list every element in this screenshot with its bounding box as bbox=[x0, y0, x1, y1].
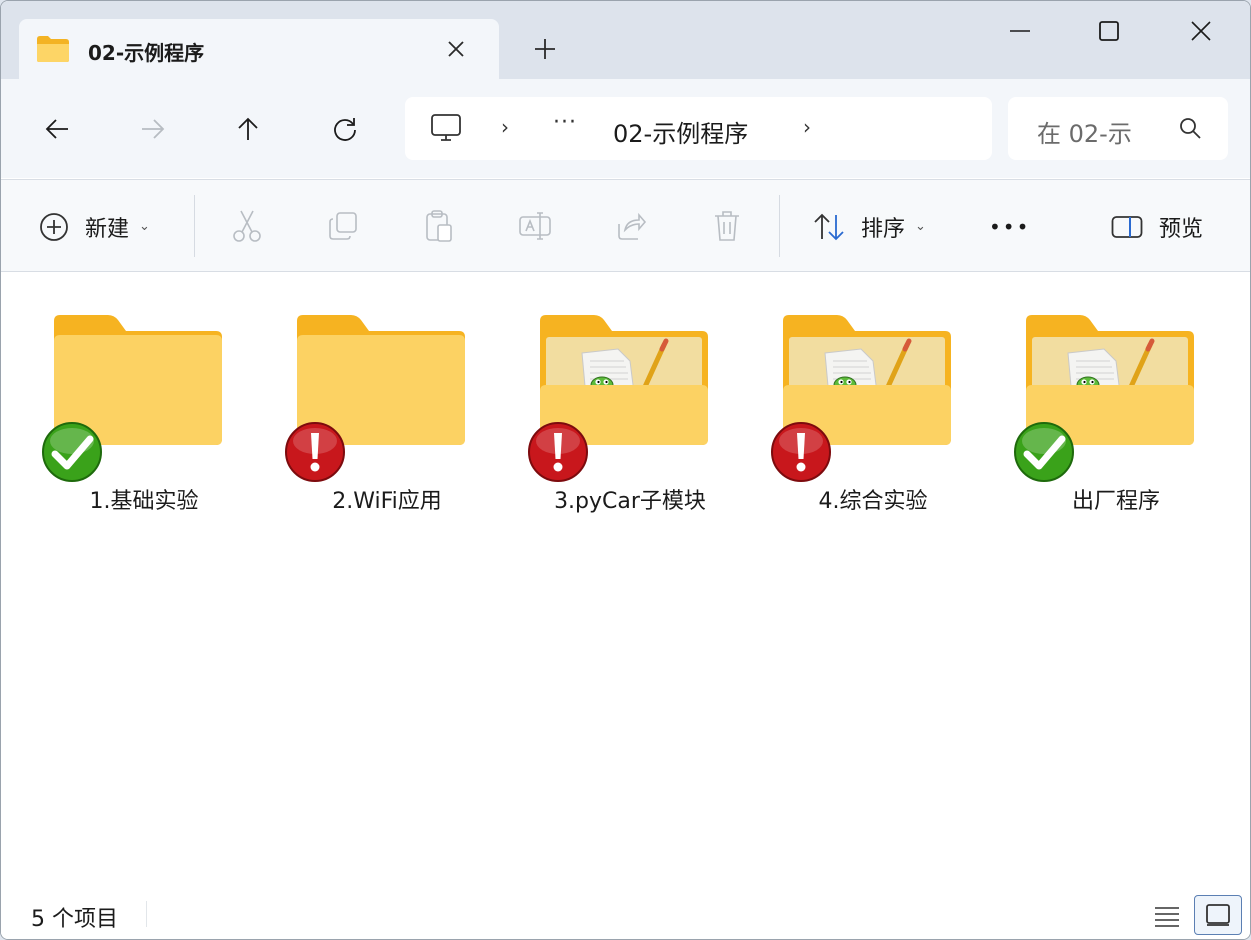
preview-pane-button[interactable]: 预览 bbox=[1111, 180, 1203, 273]
more-options-button[interactable]: ••• bbox=[989, 180, 1030, 273]
arrow-left-icon bbox=[45, 119, 68, 139]
arrow-up-icon bbox=[238, 117, 258, 140]
folder-name: 2.WiFi应用 bbox=[332, 489, 442, 514]
chevron-right-icon[interactable]: › bbox=[501, 115, 509, 139]
more-icon: ••• bbox=[989, 214, 1031, 239]
rename-button[interactable] bbox=[517, 208, 553, 244]
checkmark-badge-icon bbox=[1014, 422, 1074, 482]
copy-button[interactable] bbox=[325, 208, 361, 244]
sort-button-label: 排序 bbox=[861, 216, 906, 242]
checkmark-badge-icon bbox=[42, 422, 102, 482]
plus-icon bbox=[535, 39, 555, 59]
file-explorer-window: 02-示例程序 › ··· 02-示例程序 › 在 02-示 新建 ⌄ 排序 ⌄… bbox=[0, 0, 1251, 940]
list-view-icon bbox=[1155, 907, 1179, 927]
folder-item[interactable]: 3.pyCar子模块 bbox=[490, 273, 733, 533]
address-bar[interactable]: › ··· 02-示例程序 › bbox=[405, 97, 992, 160]
delete-button[interactable] bbox=[709, 208, 745, 244]
folder-name: 4.综合实验 bbox=[818, 489, 928, 514]
folder-name: 1.基础实验 bbox=[89, 489, 199, 514]
preview-pane-label: 预览 bbox=[1159, 216, 1204, 242]
command-bar: 新建 ⌄ 排序 ⌄ ••• 预览 bbox=[1, 179, 1250, 272]
large-icons-view-button[interactable] bbox=[1194, 895, 1242, 935]
new-button-label: 新建 bbox=[85, 216, 130, 242]
folder-icon bbox=[37, 36, 69, 62]
maximize-button[interactable] bbox=[1089, 13, 1129, 49]
search-icon bbox=[1180, 118, 1201, 139]
rename-icon bbox=[519, 212, 551, 240]
minimize-button[interactable] bbox=[1000, 13, 1040, 49]
arrow-right-icon bbox=[142, 119, 165, 139]
chevron-down-icon: ⌄ bbox=[915, 219, 926, 234]
close-icon bbox=[1191, 21, 1211, 41]
trash-icon bbox=[715, 211, 739, 241]
back-button[interactable] bbox=[37, 109, 77, 149]
status-bar: 5 个项目 bbox=[1, 889, 1250, 939]
separator bbox=[194, 195, 195, 257]
chevron-right-icon[interactable]: › bbox=[803, 115, 811, 139]
scissors-icon bbox=[233, 210, 261, 242]
title-bar: 02-示例程序 bbox=[1, 1, 1250, 80]
minimize-icon bbox=[1010, 30, 1030, 32]
navigation-bar: › ··· 02-示例程序 › 在 02-示 bbox=[1, 79, 1250, 178]
clipboard-icon bbox=[426, 210, 452, 242]
folder-name: 出厂程序 bbox=[1071, 489, 1160, 514]
folder-item[interactable]: 出厂程序 bbox=[976, 273, 1219, 533]
share-button[interactable] bbox=[613, 208, 649, 244]
computer-icon bbox=[431, 114, 461, 141]
paste-button[interactable] bbox=[421, 208, 457, 244]
folder-name: 3.pyCar子模块 bbox=[554, 489, 706, 514]
separator bbox=[779, 195, 780, 257]
sort-icon bbox=[814, 213, 844, 240]
warning-badge-icon bbox=[285, 422, 345, 482]
window-close-button[interactable] bbox=[1181, 13, 1221, 49]
up-button[interactable] bbox=[228, 109, 268, 149]
preview-pane-icon bbox=[1111, 215, 1143, 238]
cut-button[interactable] bbox=[229, 208, 265, 244]
new-tab-button[interactable] bbox=[531, 35, 559, 63]
refresh-button[interactable] bbox=[325, 109, 365, 149]
folder-item[interactable]: 1.基础实验 bbox=[4, 273, 247, 533]
warning-badge-icon bbox=[771, 422, 831, 482]
file-list: 1.基础实验 2.WiFi应用 3.pyCar子模块 4.综合实验 出厂程序 bbox=[1, 273, 1250, 889]
breadcrumb-overflow[interactable]: ··· bbox=[553, 110, 577, 135]
plus-circle-icon bbox=[40, 212, 68, 241]
tab-current-folder[interactable]: 02-示例程序 bbox=[19, 19, 499, 80]
details-view-button[interactable] bbox=[1151, 901, 1183, 931]
chevron-down-icon: ⌄ bbox=[139, 219, 150, 234]
sort-button[interactable]: 排序 ⌄ bbox=[813, 180, 926, 273]
new-button[interactable]: 新建 ⌄ bbox=[39, 180, 150, 273]
maximize-icon bbox=[1099, 21, 1119, 41]
refresh-icon bbox=[334, 118, 356, 141]
item-count: 5 个项目 bbox=[31, 907, 118, 932]
warning-badge-icon bbox=[528, 422, 588, 482]
tab-title: 02-示例程序 bbox=[88, 41, 205, 65]
tiles-view-icon bbox=[1206, 904, 1230, 926]
close-icon bbox=[448, 41, 464, 57]
copy-icon bbox=[329, 212, 357, 240]
breadcrumb-current-folder[interactable]: 02-示例程序 bbox=[613, 114, 748, 149]
share-icon bbox=[618, 212, 647, 240]
tab-close-button[interactable] bbox=[442, 35, 470, 63]
separator bbox=[146, 901, 147, 927]
folder-item[interactable]: 2.WiFi应用 bbox=[247, 273, 490, 533]
folder-item[interactable]: 4.综合实验 bbox=[733, 273, 976, 533]
search-box[interactable]: 在 02-示 bbox=[1008, 97, 1228, 160]
search-input[interactable]: 在 02-示 bbox=[1037, 114, 1132, 149]
forward-button[interactable] bbox=[133, 109, 173, 149]
